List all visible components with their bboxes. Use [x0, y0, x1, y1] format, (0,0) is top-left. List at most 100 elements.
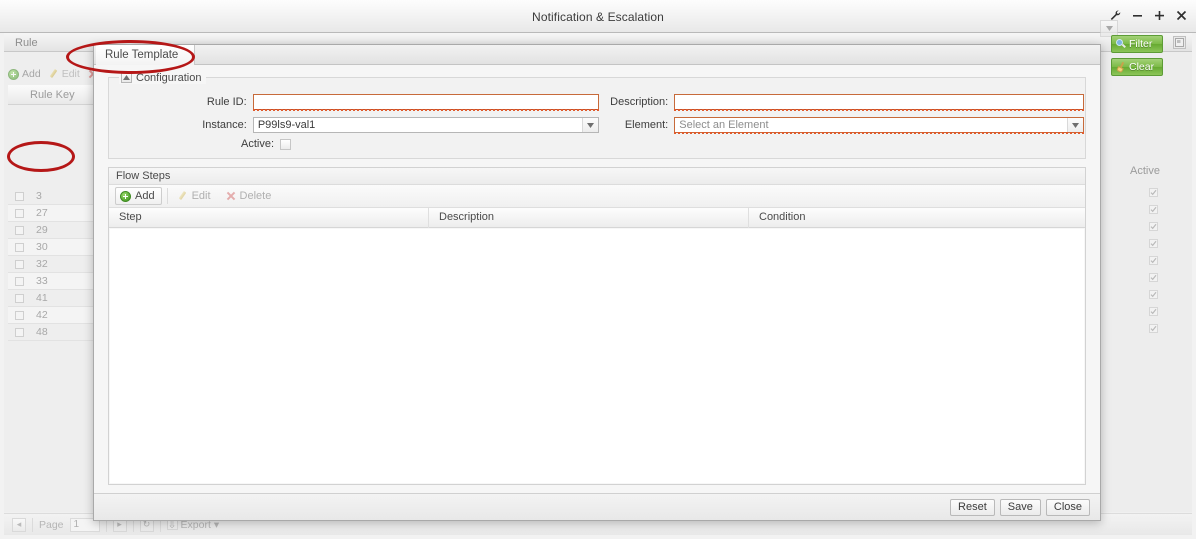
field-instance: Instance: P99ls9-val1 [109, 117, 599, 133]
filter-button[interactable]: Filter [1111, 35, 1163, 53]
row-rule-key: 48 [36, 326, 48, 338]
rule-list-toolbar: Add Edit [8, 63, 104, 85]
table-row[interactable]: 48 [8, 324, 104, 341]
application-window: Notification & Escalation Rule Add Edit … [0, 0, 1196, 539]
table-row[interactable]: 33 [8, 273, 104, 290]
column-header-condition[interactable]: Condition [749, 208, 1085, 228]
row-active-checkbox[interactable] [1149, 256, 1158, 265]
chevron-down-icon[interactable] [1067, 118, 1083, 132]
collapse-toggle-icon[interactable] [121, 72, 132, 83]
table-row[interactable]: 41 [8, 290, 104, 307]
field-description: Description: [594, 94, 1084, 111]
row-rule-key: 42 [36, 309, 48, 321]
flow-steps-grid-header: Step Description Condition [109, 207, 1085, 228]
row-active-checkbox[interactable] [1149, 307, 1158, 316]
row-active-checkbox[interactable] [1149, 205, 1158, 214]
active-checkbox[interactable] [280, 138, 291, 150]
divider [32, 517, 33, 532]
panel-restore-icon[interactable] [1173, 36, 1186, 49]
row-rule-key: 32 [36, 258, 48, 270]
flow-steps-panel: Flow Steps Add Edit Delete Step Descript… [108, 167, 1086, 485]
close-icon[interactable] [1175, 8, 1188, 22]
broom-icon [1116, 62, 1126, 72]
table-row[interactable]: 27 [8, 205, 104, 222]
instance-select[interactable]: P99ls9-val1 [252, 117, 599, 133]
row-rule-key: 33 [36, 275, 48, 287]
pencil-icon [49, 69, 59, 79]
row-rule-key: 29 [36, 224, 48, 236]
flow-add-button[interactable]: Add [115, 187, 162, 205]
clear-button[interactable]: Clear [1111, 58, 1163, 76]
row-active-checkbox[interactable] [1149, 239, 1158, 248]
reset-button[interactable]: Reset [950, 498, 995, 516]
flow-edit-label: Edit [191, 190, 211, 202]
instance-label: Instance: [202, 119, 247, 131]
row-checkbox[interactable] [15, 276, 24, 286]
configuration-legend: Configuration [119, 71, 207, 84]
active-label: Active: [240, 138, 274, 150]
row-active-checkbox[interactable] [1149, 324, 1158, 333]
flow-steps-toolbar: Add Edit Delete [109, 185, 1085, 208]
column-header-step[interactable]: Step [109, 207, 429, 228]
maximize-icon[interactable] [1153, 8, 1166, 22]
row-checkbox[interactable] [15, 191, 24, 201]
dialog-body: Configuration Rule ID: Description: Inst… [94, 65, 1100, 493]
description-input[interactable] [674, 94, 1084, 111]
row-active-checkbox[interactable] [1149, 273, 1158, 282]
window-title: Notification & Escalation [532, 10, 664, 24]
row-active-checkbox[interactable] [1149, 188, 1158, 197]
tab-rule-template[interactable]: Rule Template [96, 45, 196, 65]
flow-delete-button[interactable]: Delete [221, 187, 279, 205]
row-rule-key: 27 [36, 207, 48, 219]
window-titlebar: Notification & Escalation [0, 0, 1196, 33]
filter-button-label: Filter [1129, 38, 1153, 50]
description-label: Description: [610, 96, 669, 108]
row-rule-key: 41 [36, 292, 48, 304]
previous-page-button[interactable]: ◂ [12, 517, 26, 532]
flow-delete-label: Delete [239, 190, 272, 202]
column-header-rule-key[interactable]: Rule Key [30, 89, 75, 101]
row-checkbox[interactable] [15, 327, 24, 337]
page-label: Page [39, 518, 64, 531]
tab-rule[interactable]: Rule [15, 37, 38, 49]
save-button[interactable]: Save [999, 498, 1041, 516]
row-active-checkbox[interactable] [1149, 222, 1158, 231]
column-header-description[interactable]: Description [429, 207, 749, 228]
table-row[interactable]: 32 [8, 256, 104, 273]
table-row[interactable]: 3 [8, 188, 104, 205]
rule-list-edit-label: Edit [61, 68, 80, 80]
configuration-legend-label: Configuration [136, 71, 202, 84]
flow-steps-grid-body [110, 229, 1084, 483]
instance-value: P99ls9-val1 [257, 119, 316, 131]
row-checkbox[interactable] [15, 293, 24, 303]
dialog-tabstrip: Rule Template [94, 45, 1100, 65]
element-select[interactable]: Select an Element [674, 117, 1084, 134]
rule-id-input[interactable] [252, 94, 600, 111]
row-rule-key: 3 [36, 190, 42, 202]
row-checkbox[interactable] [15, 242, 24, 252]
delete-x-icon [226, 191, 236, 201]
flow-steps-title: Flow Steps [109, 168, 1085, 185]
close-button[interactable]: Close [1045, 498, 1090, 516]
row-active-checkbox[interactable] [1149, 290, 1158, 299]
row-checkbox[interactable] [15, 208, 24, 218]
flow-edit-button[interactable]: Edit [173, 187, 218, 205]
rule-list-add-label: Add [22, 68, 41, 80]
field-element: Element: Select an Element [594, 117, 1084, 134]
field-active: Active: [109, 138, 409, 150]
table-row[interactable]: 30 [8, 239, 104, 256]
rule-list-edit-button[interactable]: Edit [49, 68, 80, 80]
table-row[interactable]: 42 [8, 307, 104, 324]
rule-template-dialog: Rule Template Configuration Rule ID: Des… [93, 44, 1101, 521]
table-row[interactable]: 29 [8, 222, 104, 239]
element-label: Element: [624, 119, 669, 131]
column-header-active[interactable]: Active [1130, 165, 1178, 177]
plus-circle-icon [8, 68, 19, 80]
row-checkbox[interactable] [15, 225, 24, 235]
divider [166, 188, 168, 204]
row-checkbox[interactable] [15, 259, 24, 269]
rule-list-add-button[interactable]: Add [8, 68, 41, 80]
pencil-icon [178, 191, 188, 201]
minimize-icon[interactable] [1131, 8, 1144, 22]
row-checkbox[interactable] [15, 310, 24, 320]
